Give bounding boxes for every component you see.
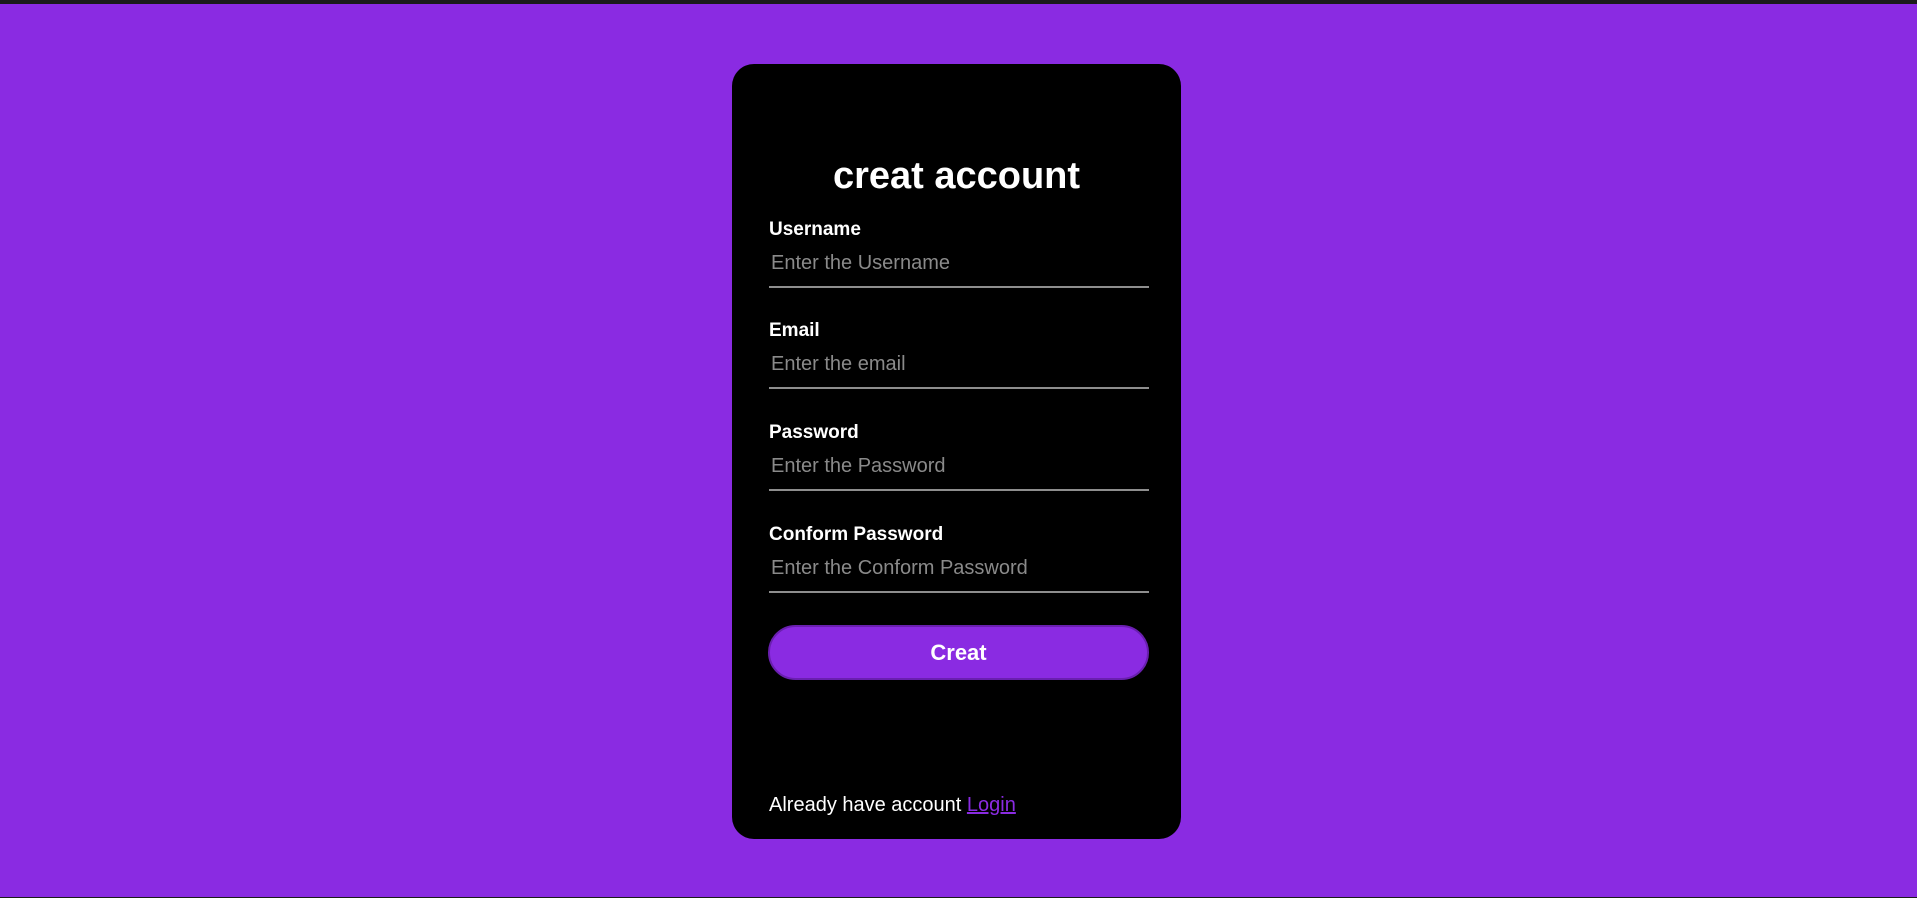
confirm-password-input[interactable] xyxy=(769,553,1149,593)
signup-card: creat account Username Email Password Co… xyxy=(732,64,1181,839)
page-title: creat account xyxy=(832,155,1081,197)
login-link[interactable]: Login xyxy=(967,794,1016,816)
confirm-password-field-group: Conform Password xyxy=(769,524,1149,593)
login-prompt: Already have account Login xyxy=(769,793,1016,817)
password-label: Password xyxy=(769,422,859,443)
top-border xyxy=(0,0,1917,4)
email-field-group: Email xyxy=(769,320,1149,389)
login-prompt-text: Already have account xyxy=(769,794,962,816)
password-input[interactable] xyxy=(769,451,1149,491)
email-input[interactable] xyxy=(769,349,1149,389)
email-label: Email xyxy=(769,320,820,341)
username-input[interactable] xyxy=(769,248,1149,288)
username-label: Username xyxy=(769,219,861,240)
password-field-group: Password xyxy=(769,422,1149,491)
confirm-password-label: Conform Password xyxy=(769,524,944,545)
username-field-group: Username xyxy=(769,219,1149,288)
create-button[interactable]: Creat xyxy=(768,625,1149,680)
